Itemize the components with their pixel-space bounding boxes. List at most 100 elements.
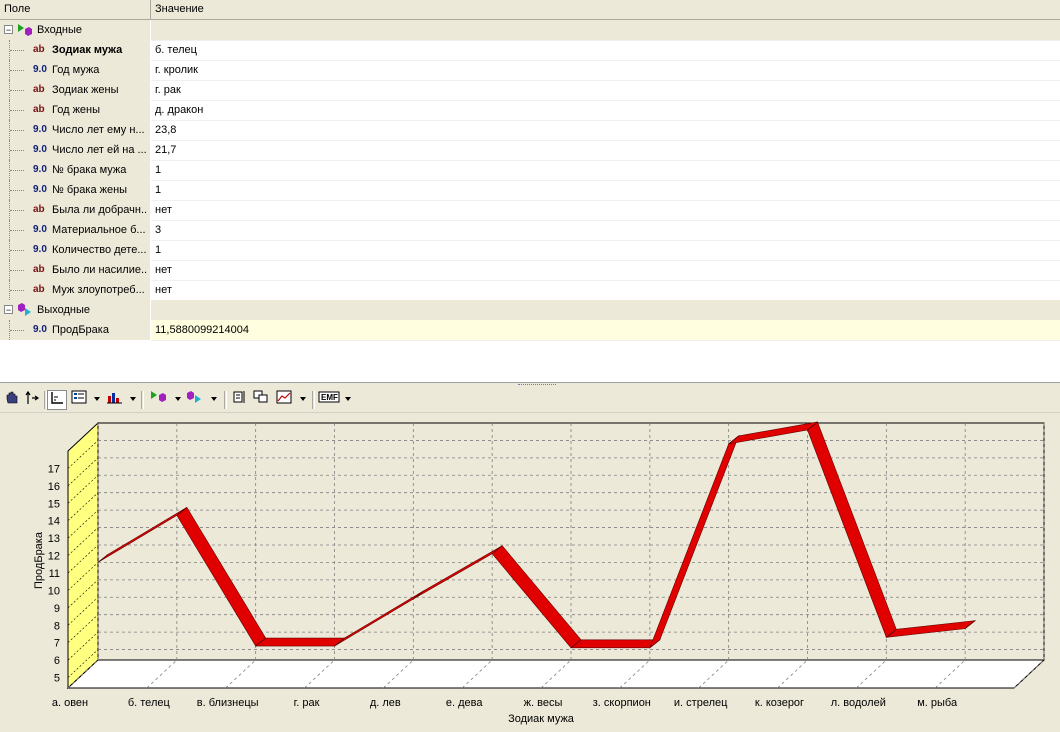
toolbar-separator [312, 391, 315, 409]
number-type-icon: 9.0 [33, 224, 47, 235]
property-row[interactable]: ab Было ли насилие... нет [0, 260, 1060, 281]
text-type-icon: ab [33, 44, 45, 55]
bar-chart-icon[interactable] [105, 390, 125, 410]
field-cell[interactable]: 9.0 Число лет ему н... [0, 120, 151, 140]
column-header-field[interactable]: Поле [0, 0, 151, 19]
chart-toolbar: EMF [0, 388, 1060, 413]
field-name: ПродБрака [52, 324, 109, 336]
field-name: Зодиак мужа [52, 44, 123, 56]
axis-swap-icon[interactable] [22, 390, 42, 410]
inputs-icon [17, 23, 35, 37]
chart-area: 5 6 7 8 9 10 11 12 13 14 15 16 17 а. овен б. телец в. б… [0, 413, 1060, 729]
property-row[interactable]: ab Зодиак жены г. рак [0, 80, 1060, 101]
property-row[interactable]: 9.0 Материальное б... 3 [0, 220, 1060, 241]
copy-icon[interactable] [251, 390, 271, 410]
property-row[interactable]: ab Год жены д. дракон [0, 100, 1060, 121]
value-cell[interactable]: 11,5880099214004 [151, 320, 1060, 341]
y-tick-label: 5 [54, 673, 60, 685]
group-inputs[interactable]: − Входные [0, 20, 1060, 41]
back-wall [97, 422, 1045, 661]
value-cell[interactable]: нет [151, 280, 1060, 301]
tree-line [10, 330, 24, 332]
property-row[interactable]: 9.0 Число лет ей на ... 21,7 [0, 140, 1060, 161]
y-tick-label: 8 [54, 620, 60, 632]
field-name: Год мужа [52, 64, 100, 76]
field-cell[interactable]: 9.0 № брака мужа [0, 160, 151, 180]
legend-icon[interactable] [69, 390, 89, 410]
field-cell[interactable]: ab Год жены [0, 100, 151, 120]
number-type-icon: 9.0 [33, 164, 47, 175]
field-cell[interactable]: 9.0 Число лет ей на ... [0, 140, 151, 160]
text-type-icon: ab [33, 104, 45, 115]
line-chart-icon[interactable] [274, 390, 294, 410]
value-cell[interactable]: 21,7 [151, 140, 1060, 161]
grid-header: Поле Значение [0, 0, 1060, 20]
field-cell[interactable]: ab Была ли добрачн... [0, 200, 151, 220]
inputs-icon[interactable] [148, 390, 168, 410]
tree-line [10, 150, 24, 152]
field-cell[interactable]: ab Зодиак мужа [0, 40, 151, 60]
field-cell[interactable]: ab Было ли насилие... [0, 260, 151, 280]
field-name: Была ли добрачн... [52, 204, 148, 216]
value-cell[interactable]: 1 [151, 240, 1060, 261]
value-cell[interactable]: 23,8 [151, 120, 1060, 141]
field-name: Материальное б... [52, 224, 146, 236]
field-name: Число лет ей на ... [52, 144, 147, 156]
y-tick-label: 14 [48, 516, 60, 528]
y-tick-label: 17 [48, 463, 60, 475]
y-tick-label: 9 [54, 603, 60, 615]
property-row[interactable]: 9.0 № брака мужа 1 [0, 160, 1060, 181]
legend-dropdown-icon[interactable] [94, 397, 100, 401]
line-chart-dropdown-icon[interactable] [300, 397, 306, 401]
toolbar-separator [141, 391, 144, 409]
emf-export-icon[interactable]: EMF [318, 390, 340, 410]
hand-icon[interactable] [2, 390, 22, 410]
value-cell[interactable]: б. телец [151, 40, 1060, 61]
value-cell[interactable]: г. кролик [151, 60, 1060, 81]
group-cell: − Входные [0, 20, 151, 40]
data-series-segment [254, 637, 346, 647]
field-cell[interactable]: 9.0 Год мужа [0, 60, 151, 80]
property-row[interactable]: ab Зодиак мужа б. телец [0, 40, 1060, 61]
field-cell[interactable]: ab Зодиак жены [0, 80, 151, 100]
group-outputs[interactable]: − Выходные [0, 300, 1060, 321]
text-type-icon: ab [33, 264, 45, 275]
value-cell[interactable]: 1 [151, 160, 1060, 181]
value-cell[interactable]: нет [151, 260, 1060, 281]
field-cell[interactable]: 9.0 № брака жены [0, 180, 151, 200]
line-chart-3d: 5 6 7 8 9 10 11 12 13 14 15 16 17 а. овен б. телец в. б… [33, 421, 1046, 725]
property-row[interactable]: 9.0 № брака жены 1 [0, 180, 1060, 201]
field-cell[interactable]: ab Муж злоупотреб... [0, 280, 151, 300]
property-row[interactable]: ab Была ли добрачн... нет [0, 200, 1060, 221]
field-cell[interactable]: 9.0 Материальное б... [0, 220, 151, 240]
property-row[interactable]: 9.0 Количество дете... 1 [0, 240, 1060, 261]
property-row[interactable]: ab Муж злоупотреб... нет [0, 280, 1060, 301]
x-tick-label: и. стрелец [674, 697, 728, 709]
axis-chart-icon[interactable] [47, 390, 67, 410]
value-cell[interactable]: 1 [151, 180, 1060, 201]
property-row[interactable]: 9.0 ПродБрака 11,5880099214004 [0, 320, 1060, 341]
property-row[interactable]: 9.0 Год мужа г. кролик [0, 60, 1060, 81]
number-type-icon: 9.0 [33, 244, 47, 255]
value-cell[interactable]: д. дракон [151, 100, 1060, 121]
inputs-dropdown-icon[interactable] [175, 397, 181, 401]
property-row[interactable]: 9.0 Число лет ему н... 23,8 [0, 120, 1060, 141]
number-type-icon: 9.0 [33, 124, 47, 135]
value-cell[interactable]: г. рак [151, 80, 1060, 101]
value-cell[interactable]: 3 [151, 220, 1060, 241]
field-cell[interactable]: 9.0 Количество дете... [0, 240, 151, 260]
value-cell[interactable]: нет [151, 200, 1060, 221]
align-icon[interactable] [229, 390, 249, 410]
outputs-dropdown-icon[interactable] [211, 397, 217, 401]
x-tick-label: м. рыба [917, 697, 958, 709]
collapse-icon[interactable]: − [4, 25, 13, 35]
chart-type-dropdown-icon[interactable] [130, 397, 136, 401]
x-tick-label: д. лев [370, 697, 401, 709]
export-dropdown-icon[interactable] [345, 397, 351, 401]
field-cell[interactable]: 9.0 ПродБрака [0, 320, 151, 340]
column-header-value[interactable]: Значение [151, 0, 1055, 19]
outputs-icon[interactable] [185, 390, 205, 410]
x-tick-label: а. овен [52, 697, 88, 709]
tree-line [10, 210, 24, 212]
collapse-icon[interactable]: − [4, 305, 13, 315]
